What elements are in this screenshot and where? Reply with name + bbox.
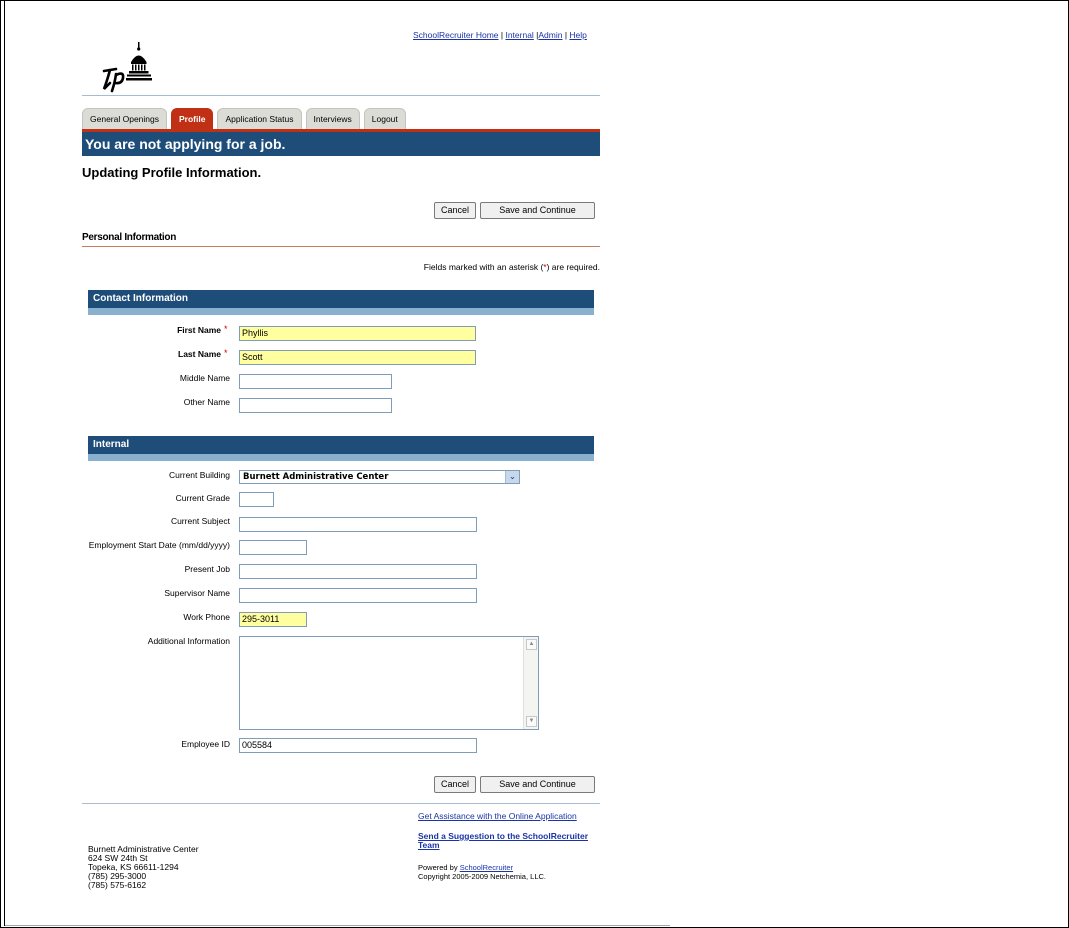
current-grade-label: Current Grade (175, 493, 230, 503)
contact-info-subbar (88, 308, 594, 315)
personal-info-heading: Personal Information (82, 232, 177, 243)
current-building-label: Current Building (169, 470, 230, 480)
other-name-input[interactable] (239, 398, 392, 413)
footer-divider (82, 803, 600, 804)
status-banner: You are not applying for a job. (82, 132, 600, 156)
powered-by-block: Powered by SchoolRecruiter Copyright 200… (418, 863, 546, 881)
link-admin[interactable]: Admin (538, 30, 562, 40)
contact-info-header: Contact Information (88, 290, 594, 308)
current-subject-label: Current Subject (170, 516, 230, 526)
internal-header: Internal (88, 436, 594, 454)
link-help[interactable]: Help (569, 30, 586, 40)
current-subject-input[interactable] (239, 517, 477, 532)
tab-logout[interactable]: Logout (363, 108, 406, 129)
required-asterisk: * (224, 324, 228, 334)
last-name-label: Last Name (178, 349, 221, 359)
frame-divider (4, 0, 5, 926)
work-phone-input[interactable]: 295-3011 (239, 612, 307, 627)
present-job-input[interactable] (239, 564, 477, 579)
link-internal[interactable]: Internal (505, 30, 533, 40)
first-name-input[interactable]: Phyllis (239, 326, 476, 341)
scroll-down-icon[interactable]: ▼ (526, 716, 537, 727)
tab-profile[interactable]: Profile (171, 108, 214, 129)
frame-bottom-line (5, 925, 670, 926)
employment-start-date-label: Employment Start Date (mm/dd/yyyy) (88, 540, 230, 550)
tab-application-status[interactable]: Application Status (217, 108, 302, 129)
scroll-up-icon[interactable]: ▲ (526, 639, 537, 650)
current-grade-input[interactable] (239, 492, 274, 507)
header-links: SchoolRecruiter Home | Internal |Admin |… (413, 30, 587, 40)
suggestion-link-wrap: Send a Suggestion to the SchoolRecruiter… (418, 832, 603, 850)
personal-info-divider (82, 246, 600, 247)
page-title: Updating Profile Information. (82, 165, 262, 180)
nav-tabs: General Openings Profile Application Sta… (82, 108, 410, 130)
supervisor-name-input[interactable] (239, 588, 477, 603)
present-job-label: Present Job (184, 564, 230, 574)
assistance-link-wrap: Get Assistance with the Online Applicati… (418, 811, 577, 821)
required-fields-note: Fields marked with an asterisk (*) are r… (423, 262, 600, 272)
address-block: Burnett Administrative Center 624 SW 24t… (88, 845, 199, 890)
textarea-scrollbar[interactable]: ▲ ▼ (523, 637, 538, 729)
save-and-continue-button[interactable]: Save and Continue (480, 202, 595, 219)
middle-name-input[interactable] (239, 374, 392, 389)
schoolrecruiter-link[interactable]: SchoolRecruiter (460, 863, 513, 872)
last-name-input[interactable]: Scott (239, 350, 476, 365)
additional-information-textarea[interactable]: ▲ ▼ (239, 636, 539, 730)
chevron-down-icon[interactable]: ⌄ (505, 471, 519, 483)
tab-interviews[interactable]: Interviews (305, 108, 360, 129)
employment-start-date-input[interactable] (239, 540, 307, 555)
powered-by-text: Powered by (418, 863, 458, 872)
tab-general-openings[interactable]: General Openings (82, 108, 167, 129)
middle-name-label: Middle Name (179, 373, 230, 383)
cancel-button[interactable]: Cancel (434, 202, 476, 219)
employee-id-input[interactable]: 005584 (239, 738, 477, 753)
link-schoolrecruiter-home[interactable]: SchoolRecruiter Home (413, 30, 499, 40)
additional-information-label: Additional Information (147, 636, 230, 646)
save-and-continue-button-bottom[interactable]: Save and Continue (480, 776, 595, 793)
supervisor-name-label: Supervisor Name (164, 588, 230, 598)
topeka-schools-logo (102, 42, 152, 93)
first-name-label: First Name (177, 325, 221, 335)
get-assistance-link[interactable]: Get Assistance with the Online Applicati… (418, 811, 577, 821)
phone-line: (785) 575-6162 (88, 880, 147, 890)
copyright-text: Copyright 2005-2009 Netchemia, LLC. (418, 872, 546, 881)
internal-subbar (88, 454, 594, 461)
current-building-select[interactable]: Burnett Administrative Center ⌄ (239, 470, 520, 484)
work-phone-label: Work Phone (183, 612, 230, 622)
required-asterisk: * (224, 348, 228, 358)
cancel-button-bottom[interactable]: Cancel (434, 776, 476, 793)
other-name-label: Other Name (183, 397, 230, 407)
employee-id-label: Employee ID (181, 739, 230, 749)
send-suggestion-link[interactable]: Send a Suggestion to the SchoolRecruiter… (418, 831, 588, 850)
header-divider (82, 95, 600, 96)
